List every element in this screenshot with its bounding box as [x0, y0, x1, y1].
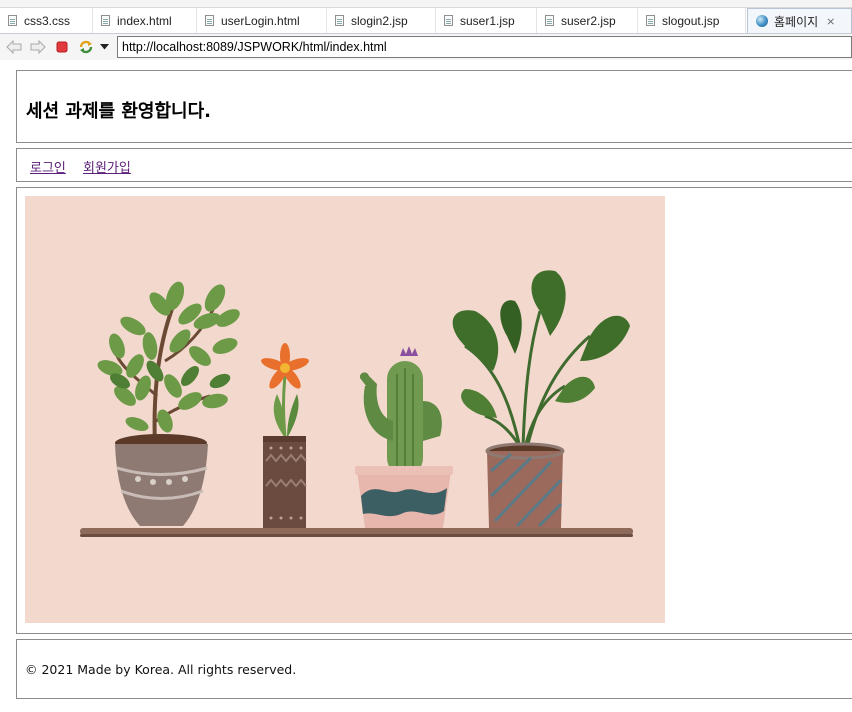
- arrow-left-icon: [6, 40, 22, 54]
- tab-userlogin-html[interactable]: userLogin.html: [197, 8, 327, 33]
- tab-label: slogin2.jsp: [351, 13, 408, 28]
- page-header: 세션 과제를 환영합니다.: [16, 70, 852, 143]
- back-button[interactable]: [5, 38, 23, 56]
- tab-label: slogout.jsp: [662, 13, 720, 28]
- file-icon: [205, 15, 214, 26]
- tab-label: userLogin.html: [221, 13, 300, 28]
- page-nav: 로그인 회원가입: [16, 148, 852, 182]
- tab-label: index.html: [117, 13, 172, 28]
- file-icon: [545, 15, 554, 26]
- tab-slogin2-jsp[interactable]: slogin2.jsp: [327, 8, 436, 33]
- file-icon: [335, 15, 344, 26]
- tab-slogout-jsp[interactable]: slogout.jsp: [638, 8, 746, 33]
- tab-label: suser2.jsp: [561, 13, 616, 28]
- tab-label: 홈페이지: [774, 14, 819, 29]
- login-link[interactable]: 로그인: [30, 157, 66, 176]
- refresh-button[interactable]: [77, 38, 95, 56]
- file-icon: [444, 15, 453, 26]
- editor-tab-bar: css3.css index.html userLogin.html slogi…: [0, 0, 852, 34]
- close-icon[interactable]: ⨯: [826, 15, 835, 28]
- stop-button[interactable]: [54, 38, 70, 56]
- page-footer: © 2021 Made by Korea. All rights reserve…: [16, 639, 852, 699]
- file-icon: [646, 15, 655, 26]
- signup-link[interactable]: 회원가입: [83, 157, 131, 176]
- stop-icon: [56, 41, 68, 53]
- tab-suser1-jsp[interactable]: suser1.jsp: [436, 8, 537, 33]
- tab-css3-css[interactable]: css3.css: [0, 8, 93, 33]
- plant-shelf-illustration: [25, 196, 665, 623]
- refresh-icon: [79, 40, 93, 54]
- toolbar-menu-dropdown[interactable]: [98, 38, 110, 56]
- dropdown-arrow-icon: [99, 44, 109, 50]
- globe-icon: [756, 15, 768, 27]
- wooden-shelf: [80, 528, 633, 535]
- forward-button[interactable]: [29, 38, 47, 56]
- page-title: 세션 과제를 환영합니다.: [26, 101, 211, 122]
- tab-index-html[interactable]: index.html: [93, 8, 197, 33]
- file-icon: [8, 15, 17, 26]
- page-main: [16, 187, 852, 634]
- arrow-right-icon: [30, 40, 46, 54]
- copyright-text: © 2021 Made by Korea. All rights reserve…: [25, 662, 297, 677]
- tab-homepage-browser[interactable]: 홈페이지 ⨯: [747, 8, 852, 33]
- tab-bar-top-strip: [0, 0, 852, 8]
- tab-label: css3.css: [24, 13, 71, 28]
- url-input[interactable]: [117, 36, 852, 58]
- tab-suser2-jsp[interactable]: suser2.jsp: [537, 8, 638, 33]
- file-icon: [101, 15, 110, 26]
- tab-label: suser1.jsp: [460, 13, 515, 28]
